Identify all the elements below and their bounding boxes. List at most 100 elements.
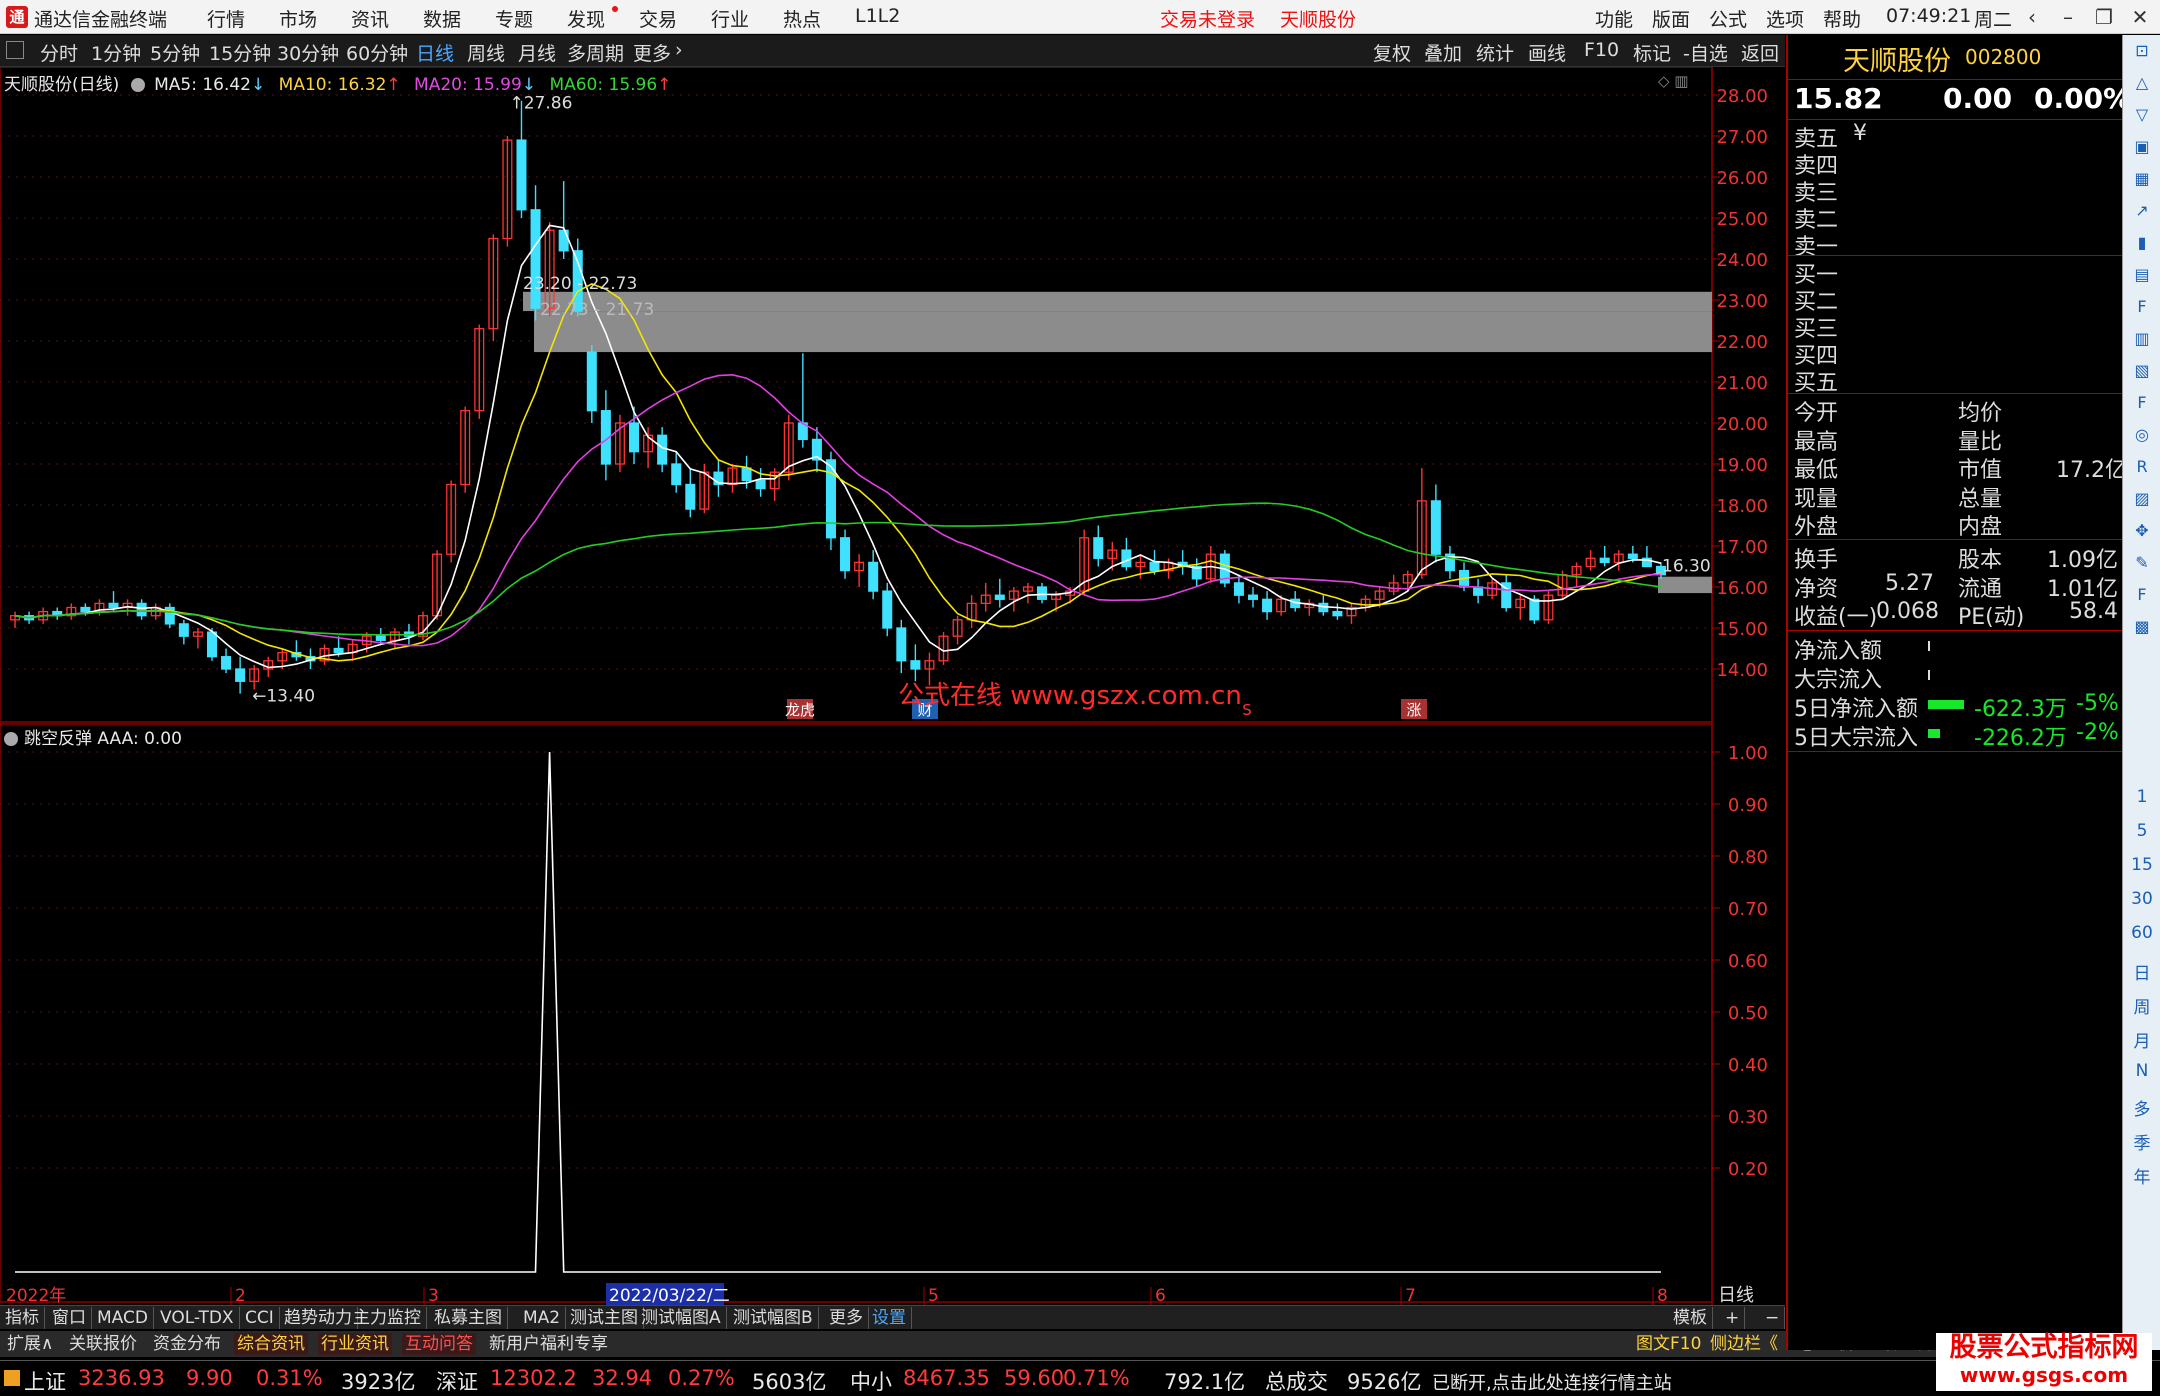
template-control[interactable]: 模板 (1668, 1307, 1713, 1329)
menu-hot[interactable]: 热点 (783, 5, 821, 32)
period-tick[interactable]: 分时 (40, 39, 78, 66)
indicator-tab[interactable]: 测试幅图A (636, 1307, 727, 1329)
period-weekly[interactable]: 周线 (467, 39, 505, 66)
back-icon[interactable]: ‹ (2018, 3, 2046, 31)
indicator-tab[interactable]: MACD (92, 1307, 154, 1329)
period-shortcut[interactable]: 日 (2129, 959, 2155, 984)
period-shortcut[interactable]: 15 (2129, 855, 2155, 877)
zx-name[interactable]: 中小 (850, 1366, 892, 1396)
menu-topics[interactable]: 专题 (495, 5, 533, 32)
tool-overlay[interactable]: 叠加 (1424, 39, 1462, 66)
info-tab[interactable]: 互动问答 (402, 1333, 476, 1355)
rsi-icon[interactable]: R (2129, 457, 2155, 479)
indicator-tab[interactable]: 设置 (867, 1307, 912, 1329)
indicator-name[interactable]: 跳空反弹 AAA: 0.00 (24, 729, 182, 749)
period-15min[interactable]: 15分钟 (209, 39, 271, 66)
period-shortcut[interactable]: 60 (2129, 923, 2155, 945)
chart-icon[interactable]: ▧ (2129, 361, 2155, 383)
tool-back[interactable]: 返回 (1741, 39, 1779, 66)
menu-news[interactable]: 资讯 (351, 5, 389, 32)
period-shortcut[interactable]: 季 (2129, 1129, 2155, 1154)
template-control[interactable]: − (1760, 1307, 1786, 1329)
menu-market[interactable]: 市场 (279, 5, 317, 32)
indicator-tab[interactable]: 更多 (824, 1307, 869, 1329)
minimize-icon[interactable]: – (2054, 3, 2082, 31)
fund-icon[interactable]: F (2129, 393, 2155, 415)
chart-title[interactable]: 天顺股份(日线) (4, 75, 119, 95)
sh-name[interactable]: 上证 (24, 1366, 66, 1396)
period-multi[interactable]: 多周期 (567, 39, 624, 66)
side-tab[interactable]: 侧边栏《 (1710, 1333, 1778, 1355)
tool-stats[interactable]: 统计 (1476, 39, 1514, 66)
period-30min[interactable]: 30分钟 (277, 39, 339, 66)
market-icon[interactable] (4, 1370, 20, 1386)
pen-icon[interactable]: ✎ (2129, 553, 2155, 575)
period-shortcut[interactable]: N (2129, 1061, 2155, 1083)
menu-trade[interactable]: 交易 (639, 5, 677, 32)
period-daily[interactable]: 日线 (416, 39, 454, 66)
period-5min[interactable]: 5分钟 (150, 39, 200, 66)
period-more[interactable]: 更多 (633, 39, 671, 66)
sz-name[interactable]: 深证 (436, 1366, 478, 1396)
fs-icon[interactable]: F (2129, 585, 2155, 607)
info-tab[interactable]: 综合资讯 (234, 1333, 308, 1355)
table-icon[interactable]: ▦ (2129, 169, 2155, 191)
close-icon[interactable]: ✕ (2126, 3, 2154, 31)
report-icon[interactable]: ▨ (2129, 489, 2155, 511)
menu-formula[interactable]: 公式 (1709, 5, 1747, 32)
trade-login-status[interactable]: 交易未登录 (1160, 5, 1255, 32)
period-monthly[interactable]: 月线 (518, 39, 556, 66)
period-shortcut[interactable]: 月 (2129, 1027, 2155, 1052)
arrow-up-icon[interactable]: △ (2129, 73, 2155, 95)
layers-icon[interactable]: ▩ (2129, 617, 2155, 639)
period-shortcut[interactable]: 5 (2129, 821, 2155, 843)
bars-icon[interactable]: ▮ (2129, 233, 2155, 255)
info-tab[interactable]: 新用户福利专享 (486, 1333, 611, 1355)
menu-layout[interactable]: 版面 (1652, 5, 1690, 32)
menu-market-quotes[interactable]: 行情 (207, 5, 245, 32)
indicator-tab[interactable]: 窗口 (47, 1307, 92, 1329)
menu-industry[interactable]: 行业 (711, 5, 749, 32)
indicator-tab[interactable]: VOL-TDX (155, 1307, 240, 1329)
info-tab[interactable]: 关联报价 (66, 1333, 140, 1355)
expand-icon[interactable]: ⊡ (2129, 41, 2155, 63)
kline-chart[interactable]: 28.0027.0026.0025.0024.0023.0022.0021.00… (0, 67, 1785, 1305)
tool-f10[interactable]: F10 (1584, 39, 1619, 61)
info-tab[interactable]: 行业资讯 (318, 1333, 392, 1355)
menu-discover[interactable]: 发现 (567, 5, 605, 32)
menu-function[interactable]: 功能 (1595, 5, 1633, 32)
menu-options[interactable]: 选项 (1766, 5, 1804, 32)
indicator-tab[interactable]: MA2 (518, 1307, 567, 1329)
tool-mark[interactable]: 标记 (1633, 39, 1671, 66)
period-shortcut[interactable]: 年 (2129, 1163, 2155, 1188)
period-shortcut[interactable]: 周 (2129, 993, 2155, 1018)
chevron-right-icon[interactable]: › (675, 39, 683, 61)
connection-status[interactable]: 已断开,点击此处连接行情主站 (1432, 1369, 1672, 1395)
arrow-down-icon[interactable]: ▽ (2129, 105, 2155, 127)
flash-icon[interactable]: ◎ (2129, 425, 2155, 447)
news-icon[interactable]: ▥ (2129, 329, 2155, 351)
panel-toggle-icon[interactable] (6, 41, 24, 59)
menu-help[interactable]: 帮助 (1823, 5, 1861, 32)
tool-adjust[interactable]: 复权 (1373, 39, 1411, 66)
period-shortcut[interactable]: 1 (2129, 787, 2155, 809)
indicator-tab[interactable]: 私募主图 (429, 1307, 508, 1329)
indicator-tab[interactable]: CCI (240, 1307, 280, 1329)
legend-collapse-icon[interactable] (4, 732, 18, 746)
move-icon[interactable]: ✥ (2129, 521, 2155, 543)
template-control[interactable]: + (1720, 1307, 1746, 1329)
restore-icon[interactable]: ❐ (2090, 3, 2118, 31)
tool-watchlist[interactable]: -自选 (1683, 39, 1728, 66)
grid-icon[interactable]: ▣ (2129, 137, 2155, 159)
legend-collapse-icon[interactable] (130, 78, 145, 92)
indicator-tab[interactable]: 测试幅图B (728, 1307, 819, 1329)
period-60min[interactable]: 60分钟 (346, 39, 408, 66)
f10-icon[interactable]: F (2129, 297, 2155, 319)
side-tab[interactable]: 图文F10 (1636, 1333, 1701, 1355)
indicator-tab[interactable]: 主力监控 (348, 1307, 427, 1329)
indicator-tab[interactable]: 测试主图 (565, 1307, 644, 1329)
document-icon[interactable]: ▤ (2129, 265, 2155, 287)
indicator-tab[interactable]: 指标 (0, 1307, 45, 1329)
period-shortcut[interactable]: 多 (2129, 1095, 2155, 1120)
info-tab[interactable]: 扩展∧ (4, 1333, 57, 1355)
